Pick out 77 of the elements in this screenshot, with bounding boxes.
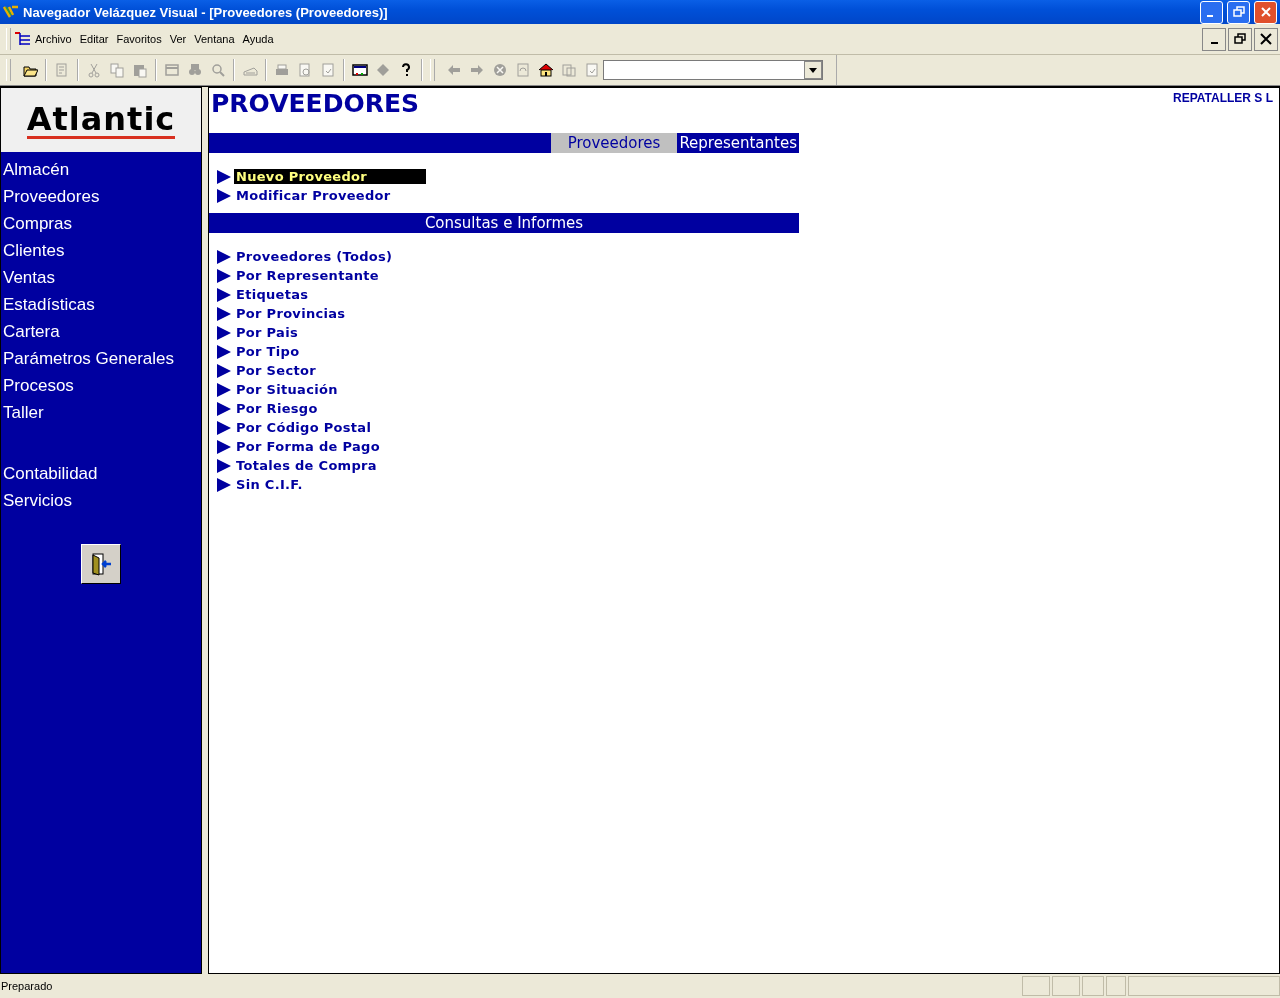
sidebar-item[interactable]: Servicios xyxy=(1,487,201,514)
sidebar-item[interactable]: Contabilidad xyxy=(1,460,201,487)
triangle-arrow-icon xyxy=(217,382,231,397)
menu-item[interactable]: Editar xyxy=(75,31,113,47)
section-heading: Consultas e Informes xyxy=(209,213,799,233)
status-pane xyxy=(1022,976,1050,996)
minimize-icon xyxy=(1210,42,1218,44)
tree-list-icon xyxy=(15,31,31,47)
close-icon xyxy=(1259,6,1272,18)
window-title: Navegador Velázquez Visual - [Proveedores (Proveedores)] xyxy=(23,4,389,20)
status-pane xyxy=(1082,976,1104,996)
sidebar-item[interactable]: Clientes xyxy=(1,237,201,264)
tab[interactable]: Proveedores xyxy=(550,133,678,153)
logo-text: Atlantic xyxy=(26,101,176,139)
report-link[interactable]: Por Tipo xyxy=(234,344,426,359)
report-link[interactable]: Etiquetas xyxy=(234,287,426,302)
action-link[interactable]: Nuevo Proveedor xyxy=(234,169,426,184)
minimize-icon xyxy=(1207,15,1213,17)
sidebar-item[interactable]: Procesos xyxy=(1,372,201,399)
triangle-arrow-icon xyxy=(217,363,231,378)
report-link[interactable]: Por Forma de Pago xyxy=(234,439,426,454)
sidebar-item[interactable]: Parámetros Generales xyxy=(1,345,201,372)
app-icon xyxy=(3,4,19,20)
report-link[interactable]: Totales de Compra xyxy=(234,458,426,473)
restore-icon xyxy=(1234,33,1246,45)
sidebar-item[interactable]: Compras xyxy=(1,210,201,237)
triangle-arrow-icon xyxy=(217,188,231,203)
report-link[interactable]: Sin C.I.F. xyxy=(234,477,426,492)
restore-button[interactable] xyxy=(1228,27,1252,51)
restore-icon xyxy=(1232,6,1245,18)
page-title: PROVEEDORES xyxy=(210,88,420,119)
action-link[interactable]: Modificar Proveedor xyxy=(234,188,426,203)
report-link[interactable]: Por Representante xyxy=(234,268,426,283)
report-link[interactable]: Por Riesgo xyxy=(234,401,426,416)
monitor-icon[interactable] xyxy=(352,62,368,78)
sidebar-item[interactable]: Estadísticas xyxy=(1,291,201,318)
menu-item[interactable]: Archivo xyxy=(31,31,76,47)
tab[interactable]: Representantes xyxy=(677,133,799,153)
triangle-arrow-icon xyxy=(217,420,231,435)
triangle-arrow-icon xyxy=(217,439,231,454)
sidebar-item[interactable]: Almacén xyxy=(1,156,201,183)
menu-item[interactable]: Ver xyxy=(165,31,191,47)
sidebar-item[interactable]: Taller xyxy=(1,399,201,426)
sidebar-item[interactable]: Ventas xyxy=(1,264,201,291)
menu-item[interactable]: Ayuda xyxy=(238,31,278,47)
triangle-arrow-icon xyxy=(217,401,231,416)
triangle-arrow-icon xyxy=(217,249,231,264)
report-link[interactable]: Por Provincias xyxy=(234,306,426,321)
triangle-arrow-icon xyxy=(217,169,231,184)
triangle-arrow-icon xyxy=(217,477,231,492)
status-pane xyxy=(1106,976,1126,996)
triangle-arrow-icon xyxy=(217,325,231,340)
status-pane xyxy=(1052,976,1080,996)
caret-icon xyxy=(809,67,817,73)
report-link[interactable]: Por Pais xyxy=(234,325,426,340)
status-text: Preparado xyxy=(1,980,54,992)
report-link[interactable]: Proveedores (Todos) xyxy=(234,249,426,264)
close-icon xyxy=(1260,33,1272,45)
sidebar-item[interactable]: Proveedores xyxy=(1,183,201,210)
menu-item[interactable]: Ventana xyxy=(190,31,239,47)
minimize-button[interactable] xyxy=(1202,27,1226,51)
report-link[interactable]: Por Código Postal xyxy=(234,420,426,435)
triangle-arrow-icon xyxy=(217,306,231,321)
triangle-arrow-icon xyxy=(217,344,231,359)
report-link[interactable]: Por Situación xyxy=(234,382,426,397)
home-icon[interactable] xyxy=(538,62,554,78)
sidebar-item[interactable]: Cartera xyxy=(1,318,201,345)
exit-button[interactable] xyxy=(81,544,121,584)
triangle-arrow-icon xyxy=(217,458,231,473)
door-exit-icon xyxy=(89,552,113,576)
triangle-arrow-icon xyxy=(217,268,231,283)
close-button[interactable] xyxy=(1254,27,1278,51)
triangle-arrow-icon xyxy=(217,287,231,302)
address-combo[interactable] xyxy=(603,60,823,80)
company-name: REPATALLER S L xyxy=(1172,90,1274,107)
report-link[interactable]: Por Sector xyxy=(234,363,426,378)
menu-item[interactable]: Favoritos xyxy=(112,31,166,47)
